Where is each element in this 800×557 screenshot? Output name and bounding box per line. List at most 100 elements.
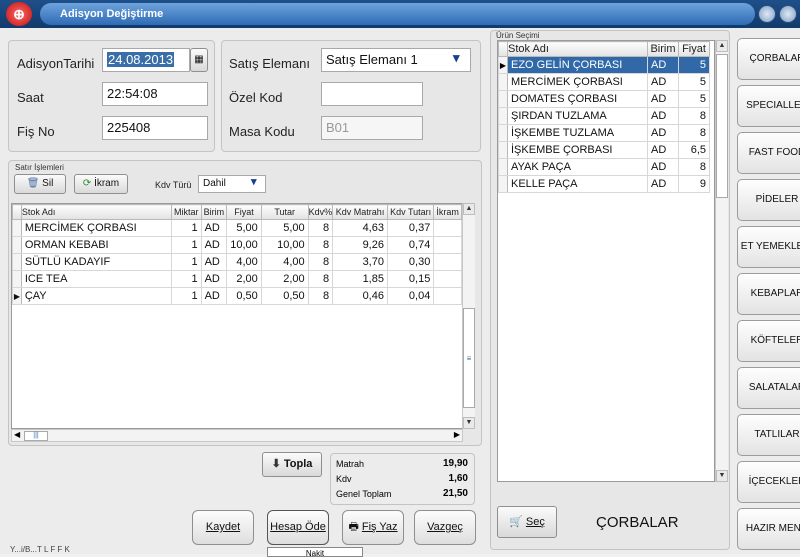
cell-unit[interactable]: AD <box>200 270 228 288</box>
product-price-cell[interactable]: 8 <box>678 107 710 125</box>
delete-button[interactable]: 🗑 Sil <box>14 174 66 194</box>
col-amount[interactable]: Tutar <box>260 204 309 220</box>
receipt-field[interactable]: 225408 <box>102 116 208 140</box>
product-name-cell[interactable]: KELLE PAÇA <box>507 175 648 193</box>
row-indicator[interactable] <box>12 236 22 254</box>
cell-quantity[interactable]: 1 <box>170 287 202 305</box>
product-scroll-up-arrow-icon[interactable]: ▲ <box>716 40 728 52</box>
cell-vat-base[interactable]: 0,46 <box>332 287 388 305</box>
cell-unit[interactable]: AD <box>200 287 228 305</box>
product-grid-scrollbar[interactable]: ▲ ▼ <box>715 40 728 482</box>
date-field[interactable]: 24.08.2013 <box>102 48 190 72</box>
category-button[interactable]: ET YEMEKLERİ <box>737 226 800 268</box>
cell-price[interactable]: 0,50 <box>226 287 262 305</box>
cell-vat-amount[interactable]: 0,04 <box>386 287 435 305</box>
col-price[interactable]: Fiyat <box>226 204 262 220</box>
print-button[interactable]: 🖶 Fiş Yaz <box>342 510 404 545</box>
cell-vat-amount[interactable]: 0,15 <box>386 270 435 288</box>
product-name-cell[interactable]: EZO GELİN ÇORBASI <box>507 56 648 74</box>
col-unit[interactable]: Birim <box>200 204 228 220</box>
product-unit-cell[interactable]: AD <box>647 56 679 74</box>
scroll-down-arrow-icon[interactable]: ▼ <box>463 417 475 429</box>
cell-quantity[interactable]: 1 <box>170 236 202 254</box>
product-row[interactable]: MERCİMEK ÇORBASI AD 5 <box>498 73 710 91</box>
minimize-icon[interactable] <box>758 5 776 23</box>
seller-select[interactable]: Satış Elemanı 1 <box>321 48 471 72</box>
product-row-indicator[interactable] <box>498 90 508 108</box>
cell-vat-rate[interactable]: 8 <box>307 270 334 288</box>
col-product-name[interactable]: Stok Adı <box>507 41 648 57</box>
product-row[interactable]: İŞKEMBE TUZLAMA AD 8 <box>498 124 710 142</box>
order-row[interactable]: ICE TEA 1 AD 2,00 2,00 8 1,85 0,15 <box>12 270 462 288</box>
vat-type-chevron-icon[interactable]: ▾ <box>251 175 257 188</box>
cell-vat-amount[interactable]: 0,74 <box>386 236 435 254</box>
order-grid[interactable]: Stok Adı Miktar Birim Fiyat Tutar Kdv% K… <box>11 203 463 429</box>
col-vat-amount[interactable]: Kdv Tutarı <box>386 204 435 220</box>
cell-unit[interactable]: AD <box>200 219 228 237</box>
order-row[interactable]: MERCİMEK ÇORBASI 1 AD 5,00 5,00 8 4,63 0,37 <box>12 219 462 237</box>
cell-vat-amount[interactable]: 0,37 <box>386 219 435 237</box>
category-button[interactable]: KÖFTELER <box>737 320 800 362</box>
col-vat-rate[interactable]: Kdv% <box>307 204 334 220</box>
product-unit-cell[interactable]: AD <box>647 73 679 91</box>
product-name-cell[interactable]: DOMATES ÇORBASI <box>507 90 648 108</box>
cell-vat-rate[interactable]: 8 <box>307 253 334 271</box>
hscroll-thumb[interactable]: ||| <box>24 431 48 441</box>
app-logo-icon[interactable]: ⊕ <box>6 2 32 26</box>
cell-vat-base[interactable]: 9,26 <box>332 236 388 254</box>
cell-treat[interactable] <box>433 219 462 237</box>
cell-stock-name[interactable]: ICE TEA <box>20 270 172 288</box>
cell-quantity[interactable]: 1 <box>170 270 202 288</box>
category-button[interactable]: SPECIALLER <box>737 85 800 127</box>
col-product-unit[interactable]: Birim <box>647 41 679 57</box>
product-scroll-down-arrow-icon[interactable]: ▼ <box>716 470 728 482</box>
product-row[interactable]: KELLE PAÇA AD 9 <box>498 175 710 193</box>
row-indicator[interactable]: ▶ <box>12 287 22 305</box>
table-code-field[interactable]: B01 <box>321 116 423 140</box>
product-unit-cell[interactable]: AD <box>647 141 679 159</box>
product-row-indicator[interactable] <box>498 107 508 125</box>
scroll-thumb[interactable]: ≡ <box>463 308 475 408</box>
order-row[interactable]: ORMAN KEBABI 1 AD 10,00 10,00 8 9,26 0,74 <box>12 236 462 254</box>
cell-vat-base[interactable]: 1,85 <box>332 270 388 288</box>
treat-button[interactable]: ⟳ İkram <box>74 174 128 194</box>
category-button[interactable]: KEBAPLAR <box>737 273 800 315</box>
category-button[interactable]: FAST FOOD <box>737 132 800 174</box>
cell-treat[interactable] <box>433 287 462 305</box>
product-price-cell[interactable]: 8 <box>678 124 710 142</box>
category-button[interactable]: ÇORBALAR <box>737 38 800 80</box>
cell-quantity[interactable]: 1 <box>170 219 202 237</box>
cell-treat[interactable] <box>433 236 462 254</box>
cell-quantity[interactable]: 1 <box>170 253 202 271</box>
cell-stock-name[interactable]: ÇAY <box>20 287 172 305</box>
cell-vat-base[interactable]: 4,63 <box>332 219 388 237</box>
cell-amount[interactable]: 0,50 <box>260 287 309 305</box>
cell-amount[interactable]: 2,00 <box>260 270 309 288</box>
product-row[interactable]: DOMATES ÇORBASI AD 5 <box>498 90 710 108</box>
col-treat[interactable]: İkram <box>433 204 462 220</box>
product-unit-cell[interactable]: AD <box>647 175 679 193</box>
category-button[interactable]: İÇECEKLER <box>737 461 800 503</box>
product-price-cell[interactable]: 9 <box>678 175 710 193</box>
cell-unit[interactable]: AD <box>200 236 228 254</box>
product-price-cell[interactable]: 5 <box>678 73 710 91</box>
product-unit-cell[interactable]: AD <box>647 124 679 142</box>
product-row[interactable]: ŞIRDAN TUZLAMA AD 8 <box>498 107 710 125</box>
cell-price[interactable]: 5,00 <box>226 219 262 237</box>
cell-price[interactable]: 4,00 <box>226 253 262 271</box>
product-row-indicator[interactable] <box>498 73 508 91</box>
cell-price[interactable]: 10,00 <box>226 236 262 254</box>
cell-price[interactable]: 2,00 <box>226 270 262 288</box>
product-row-indicator[interactable]: ▶ <box>498 56 508 74</box>
maximize-icon[interactable] <box>779 5 797 23</box>
cell-amount[interactable]: 5,00 <box>260 219 309 237</box>
product-name-cell[interactable]: ŞIRDAN TUZLAMA <box>507 107 648 125</box>
cell-treat[interactable] <box>433 270 462 288</box>
cell-vat-rate[interactable]: 8 <box>307 236 334 254</box>
cell-stock-name[interactable]: MERCİMEK ÇORBASI <box>20 219 172 237</box>
product-unit-cell[interactable]: AD <box>647 107 679 125</box>
category-button[interactable]: TATLILAR <box>737 414 800 456</box>
col-stock-name[interactable]: Stok Adı <box>20 204 172 220</box>
cell-amount[interactable]: 4,00 <box>260 253 309 271</box>
product-row-indicator[interactable] <box>498 158 508 176</box>
